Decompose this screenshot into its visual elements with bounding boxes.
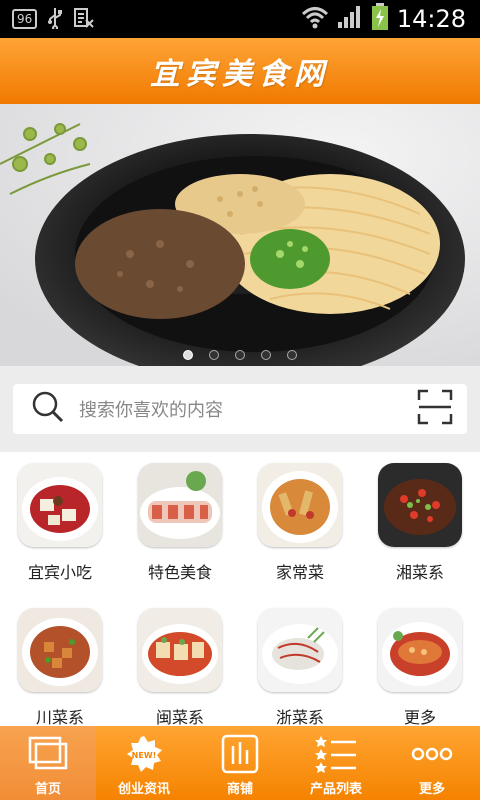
category-item[interactable]: 特色美食 — [120, 452, 240, 597]
new-badge-text: NEW! — [132, 751, 157, 760]
carousel-dot[interactable] — [183, 350, 193, 360]
nav-item-shop[interactable]: 商铺 — [192, 726, 288, 800]
search-area: 搜索你喜欢的内容 — [0, 366, 480, 452]
carousel-dot[interactable] — [235, 350, 245, 360]
banner-food-image — [0, 104, 480, 366]
category-label: 闽菜系 — [155, 708, 204, 726]
category-label: 家常菜 — [275, 563, 324, 582]
category-item[interactable]: 湘菜系 — [360, 452, 480, 597]
category-item[interactable]: 更多 — [360, 597, 480, 726]
carousel-dot[interactable] — [209, 350, 219, 360]
nav-label: 更多 — [418, 782, 445, 797]
category-grid: 宜宾小吃 特色美食 家常菜 湘菜系 川菜系 闽菜系 浙菜系 更多 — [0, 452, 480, 726]
banner-carousel[interactable] — [0, 104, 480, 366]
nav-label: 产品列表 — [309, 782, 362, 797]
nav-label: 创业资讯 — [117, 782, 170, 797]
category-label: 湘菜系 — [395, 563, 444, 582]
carousel-dot[interactable] — [261, 350, 271, 360]
scan-icon[interactable] — [417, 389, 453, 429]
more-dots-icon — [410, 732, 454, 776]
category-item[interactable]: 浙菜系 — [240, 597, 360, 726]
shop-chart-icon — [218, 732, 262, 776]
usb-icon — [47, 7, 63, 32]
category-image — [18, 463, 102, 547]
notification-count-badge: 96 — [12, 9, 38, 29]
nav-item-more[interactable]: 更多 — [384, 726, 480, 800]
nav-label: 商铺 — [226, 782, 253, 797]
carousel-indicators — [0, 350, 480, 360]
category-item[interactable]: 宜宾小吃 — [0, 452, 120, 597]
search-icon[interactable] — [31, 390, 65, 428]
clipboard-icon — [73, 7, 95, 32]
category-image — [18, 608, 102, 692]
wifi-icon — [301, 5, 329, 33]
nav-item-home[interactable]: 首页 — [0, 726, 96, 800]
nav-label: 首页 — [34, 782, 61, 797]
category-label: 特色美食 — [147, 563, 212, 582]
carousel-dot[interactable] — [287, 350, 297, 360]
search-input[interactable]: 搜索你喜欢的内容 — [13, 384, 467, 434]
clock: 14:28 — [396, 5, 466, 33]
category-label: 更多 — [403, 708, 436, 726]
nav-item-products[interactable]: 产品列表 — [288, 726, 384, 800]
category-item[interactable]: 家常菜 — [240, 452, 360, 597]
category-label: 宜宾小吃 — [27, 563, 92, 582]
category-image — [378, 463, 462, 547]
category-image — [258, 608, 342, 692]
star-list-icon — [314, 732, 358, 776]
nav-item-news[interactable]: NEW! 创业资讯 — [96, 726, 192, 800]
app-title: 宜宾美食网 — [150, 57, 330, 92]
category-image — [138, 463, 222, 547]
category-image — [138, 608, 222, 692]
app-header: 宜宾美食网 — [0, 38, 480, 104]
category-item[interactable]: 川菜系 — [0, 597, 120, 726]
category-label: 浙菜系 — [275, 708, 324, 726]
search-placeholder: 搜索你喜欢的内容 — [79, 400, 223, 421]
category-label: 川菜系 — [35, 708, 84, 726]
signal-icon — [337, 5, 363, 33]
new-badge-icon: NEW! — [122, 732, 166, 776]
status-bar: 96 14:28 — [0, 0, 480, 38]
home-icon — [26, 732, 70, 776]
category-image — [378, 608, 462, 692]
category-item[interactable]: 闽菜系 — [120, 597, 240, 726]
battery-charging-icon — [371, 3, 389, 35]
category-image — [258, 463, 342, 547]
bottom-nav: 首页 NEW! 创业资讯 商铺 产品列表 更多 — [0, 726, 480, 800]
